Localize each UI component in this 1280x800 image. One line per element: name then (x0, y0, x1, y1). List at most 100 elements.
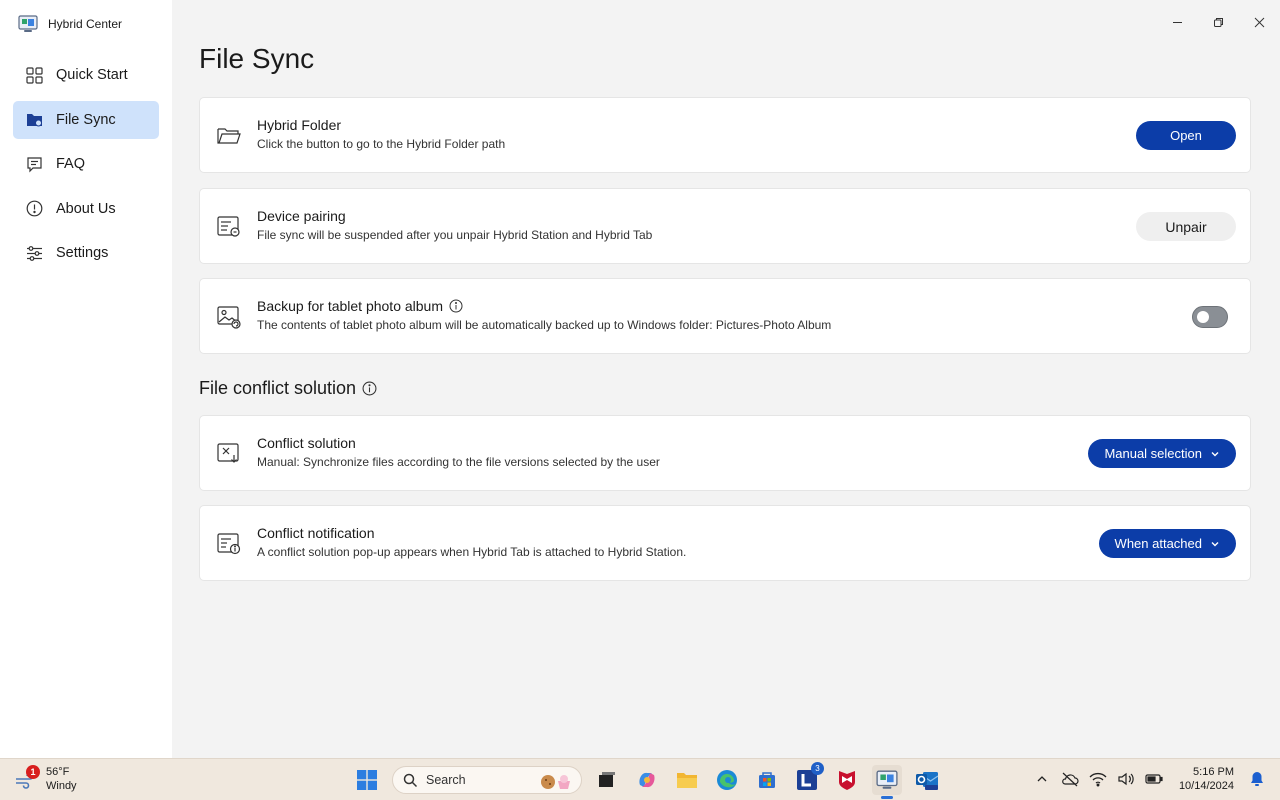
notification-badge: 3 (811, 762, 824, 775)
volume-button[interactable] (1117, 770, 1135, 788)
sidebar-item-label: Quick Start (56, 67, 128, 83)
tray-overflow-button[interactable] (1033, 770, 1051, 788)
conflict-solution-card: Conflict solution Manual: Synchronize fi… (199, 415, 1251, 491)
taskbar: 1 56°F Windy Search 3 5:16 PM 10/14/2024 (0, 758, 1280, 800)
sliders-icon (26, 245, 43, 262)
folder-icon (677, 773, 697, 788)
bell-icon (1251, 772, 1263, 786)
sidebar: Hybrid Center Quick Start File Sync FAQ … (0, 0, 172, 758)
conflict-notification-card: Conflict notification A conflict solutio… (199, 505, 1251, 581)
sidebar-item-label: File Sync (56, 111, 116, 128)
taskbar-app-edge[interactable] (712, 765, 742, 795)
card-title: Hybrid Folder (257, 117, 342, 133)
window-controls (1157, 0, 1280, 44)
grid-icon (26, 66, 43, 84)
main-content: File Sync Hybrid Folder Click the button… (172, 0, 1280, 758)
taskbar-app-hybrid-center[interactable] (872, 765, 902, 799)
battery-button[interactable] (1145, 770, 1163, 788)
sidebar-item-faq[interactable]: FAQ (13, 145, 159, 183)
edge-icon (717, 770, 737, 790)
store-icon (759, 772, 775, 788)
notifications-button[interactable] (1248, 770, 1266, 788)
dropdown-value: Manual selection (1104, 446, 1202, 461)
onedrive-button[interactable] (1061, 770, 1079, 788)
taskbar-apps: Search 3 (352, 762, 942, 799)
cloud-off-icon (1062, 772, 1079, 787)
card-title: Conflict solution (257, 435, 356, 451)
backup-photo-card: Backup for tablet photo album The conten… (199, 278, 1251, 354)
close-button[interactable] (1239, 0, 1280, 44)
search-icon (403, 773, 418, 787)
minimize-icon (1173, 21, 1182, 23)
start-button[interactable] (352, 765, 382, 795)
hybrid-folder-card: Hybrid Folder Click the button to go to … (199, 97, 1251, 173)
windows-icon (357, 770, 377, 790)
sidebar-item-file-sync[interactable]: File Sync (13, 100, 159, 139)
wind-icon: 1 (14, 765, 40, 791)
copilot-icon (639, 772, 655, 788)
hybrid-center-logo-icon (18, 15, 38, 32)
open-button[interactable]: Open (1136, 121, 1236, 150)
search-placeholder: Search (426, 773, 466, 787)
app-title: Hybrid Center (18, 14, 122, 34)
page-title: File Sync (199, 43, 315, 74)
card-title: Device pairing (257, 208, 346, 224)
weather-badge: 1 (26, 765, 40, 779)
minimize-button[interactable] (1157, 0, 1198, 44)
section-title-text: File conflict solution (199, 378, 357, 398)
clock-time: 5:16 PM (1193, 766, 1234, 778)
system-tray: 5:16 PM 10/14/2024 (1033, 765, 1266, 793)
card-description: The contents of tablet photo album will … (257, 318, 832, 332)
taskbar-clock[interactable]: 5:16 PM 10/14/2024 (1179, 765, 1234, 793)
card-description: Click the button to go to the Hybrid Fol… (257, 137, 506, 151)
sidebar-item-label: About Us (56, 200, 116, 217)
taskbar-app-outlook[interactable] (912, 765, 942, 795)
sidebar-item-about-us[interactable]: About Us (13, 190, 159, 228)
app-title-text: Hybrid Center (48, 17, 123, 31)
wifi-button[interactable] (1089, 770, 1107, 788)
info-icon[interactable] (362, 381, 377, 396)
restore-button[interactable] (1198, 0, 1239, 44)
folder-open-icon (217, 128, 241, 144)
dropdown-value: When attached (1114, 536, 1202, 551)
weather-text: 56°F Windy (46, 765, 77, 793)
photo-sync-icon (217, 306, 241, 329)
taskbar-app-lenovo[interactable]: 3 (792, 762, 824, 795)
sidebar-item-label: FAQ (56, 156, 86, 172)
task-view-icon (599, 772, 615, 787)
wifi-icon (1089, 772, 1107, 787)
sidebar-nav: Quick Start File Sync FAQ About Us Setti… (13, 56, 159, 279)
app-window: Hybrid Center Quick Start File Sync FAQ … (0, 0, 1280, 758)
taskbar-app-task-view[interactable] (592, 765, 622, 795)
info-icon[interactable] (449, 299, 463, 313)
chat-icon (26, 156, 43, 173)
chevron-up-icon (1037, 776, 1047, 782)
toggle-knob (1197, 311, 1209, 323)
taskbar-app-mcafee[interactable] (832, 765, 862, 795)
taskbar-app-file-explorer[interactable] (672, 765, 702, 795)
sidebar-item-quick-start[interactable]: Quick Start (13, 56, 159, 94)
conflict-notification-dropdown[interactable]: When attached (1098, 529, 1236, 558)
outlook-icon (916, 772, 939, 790)
restore-icon (1214, 17, 1223, 27)
card-title-text: Backup for tablet photo album (257, 298, 444, 314)
card-description: A conflict solution pop-up appears when … (257, 545, 687, 559)
clock-date: 10/14/2024 (1178, 780, 1234, 792)
mcafee-shield-icon (839, 771, 855, 790)
backup-toggle[interactable] (1192, 306, 1228, 328)
taskbar-search[interactable]: Search (392, 766, 582, 794)
section-title: File conflict solution (199, 378, 377, 399)
sidebar-item-settings[interactable]: Settings (13, 234, 159, 272)
weather-temp: 56°F (46, 766, 70, 778)
weather-widget[interactable]: 1 56°F Windy (14, 765, 77, 793)
taskbar-app-copilot[interactable] (632, 765, 662, 795)
speaker-icon (1118, 772, 1134, 786)
search-highlight-icon (541, 775, 570, 789)
card-title: Backup for tablet photo album (257, 298, 463, 314)
notification-info-icon (217, 533, 241, 555)
card-description: File sync will be suspended after you un… (257, 228, 653, 242)
unpair-button[interactable]: Unpair (1136, 212, 1236, 241)
taskbar-app-store[interactable] (752, 765, 782, 795)
weather-condition: Windy (46, 780, 77, 792)
conflict-solution-dropdown[interactable]: Manual selection (1088, 439, 1236, 468)
